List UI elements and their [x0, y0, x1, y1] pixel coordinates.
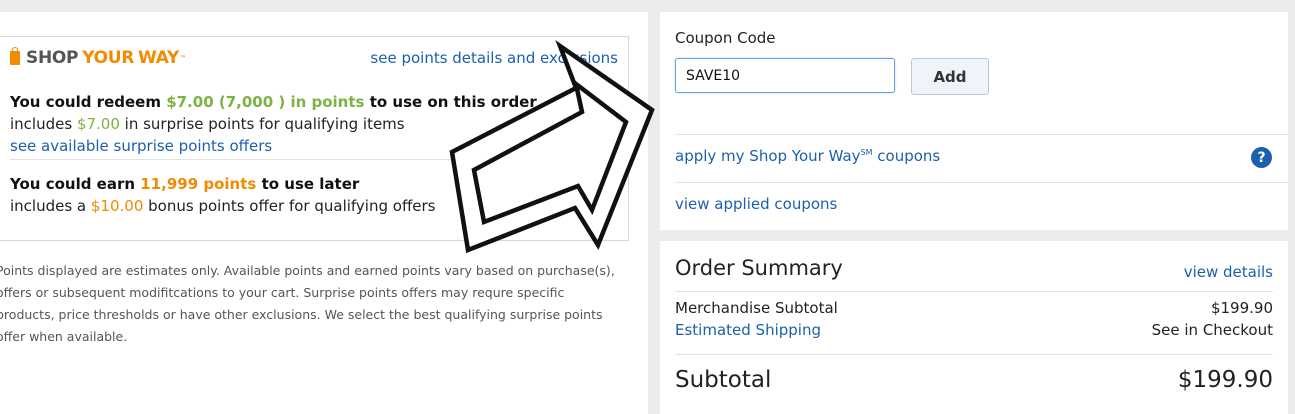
help-icon[interactable]: ? [1251, 147, 1272, 168]
coupon-divider [675, 134, 1288, 135]
shopping-bag-icon [10, 47, 20, 65]
order-summary-panel: Order Summary view details Merchandise S… [660, 241, 1288, 414]
redeem-surprise-line: includes $7.00 in surprise points for qu… [10, 115, 405, 133]
summary-divider-2 [675, 354, 1273, 355]
order-summary-title: Order Summary [675, 256, 843, 280]
earn-points-section: You could earn 11,999 points to use late… [10, 173, 610, 217]
bonus-amount: $10.00 [90, 197, 144, 215]
coupon-divider-2 [675, 182, 1288, 183]
summary-divider [675, 291, 1273, 292]
subtotal-label: Subtotal [675, 367, 772, 393]
logo-way-text: WAY [138, 48, 179, 68]
points-panel: SHOP YOUR WAY ™ see points details and e… [0, 12, 648, 414]
redeem-headline: You could redeem $7.00 (7,000 ) in point… [10, 93, 537, 111]
points-disclaimer: Points displayed are estimates only. Ava… [0, 263, 615, 344]
shop-your-way-points-card: SHOP YOUR WAY ™ see points details and e… [0, 36, 629, 241]
surprise-offers-link[interactable]: see available surprise points offers [10, 135, 610, 157]
coupon-code-input[interactable] [675, 58, 895, 93]
add-coupon-button[interactable]: Add [911, 58, 989, 95]
view-applied-coupons-link[interactable]: view applied coupons [675, 195, 837, 213]
subtotal-value: $199.90 [1177, 367, 1273, 393]
view-details-link[interactable]: view details [1184, 263, 1273, 281]
redeem-points-section: You could redeem $7.00 (7,000 ) in point… [10, 91, 610, 157]
surprise-amount: $7.00 [76, 115, 120, 133]
earn-headline: You could earn 11,999 points to use late… [10, 175, 360, 193]
logo-trademark: ™ [179, 54, 186, 62]
redeem-amount: $7.00 (7,000 ) in points [166, 93, 365, 111]
apply-syw-coupons-link[interactable]: apply my Shop Your WaySM coupons [675, 147, 940, 165]
points-divider [10, 159, 628, 160]
estimated-shipping-link[interactable]: Estimated Shipping [675, 321, 821, 339]
logo-your-text: YOUR [82, 48, 135, 68]
merchandise-subtotal-label: Merchandise Subtotal [675, 299, 838, 317]
earn-amount: 11,999 points [140, 175, 257, 193]
shop-your-way-logo: SHOP YOUR WAY ™ [10, 47, 186, 69]
merchandise-subtotal-value: $199.90 [1210, 299, 1273, 317]
points-details-link[interactable]: see points details and exclusions [370, 49, 618, 67]
logo-shop-text: SHOP [26, 48, 79, 68]
estimated-shipping-value: See in Checkout [1151, 321, 1273, 339]
coupon-panel: Coupon Code Add apply my Shop Your WaySM… [660, 12, 1288, 230]
earn-bonus-line: includes a $10.00 bonus points offer for… [10, 197, 436, 215]
coupon-code-label: Coupon Code [675, 29, 776, 47]
